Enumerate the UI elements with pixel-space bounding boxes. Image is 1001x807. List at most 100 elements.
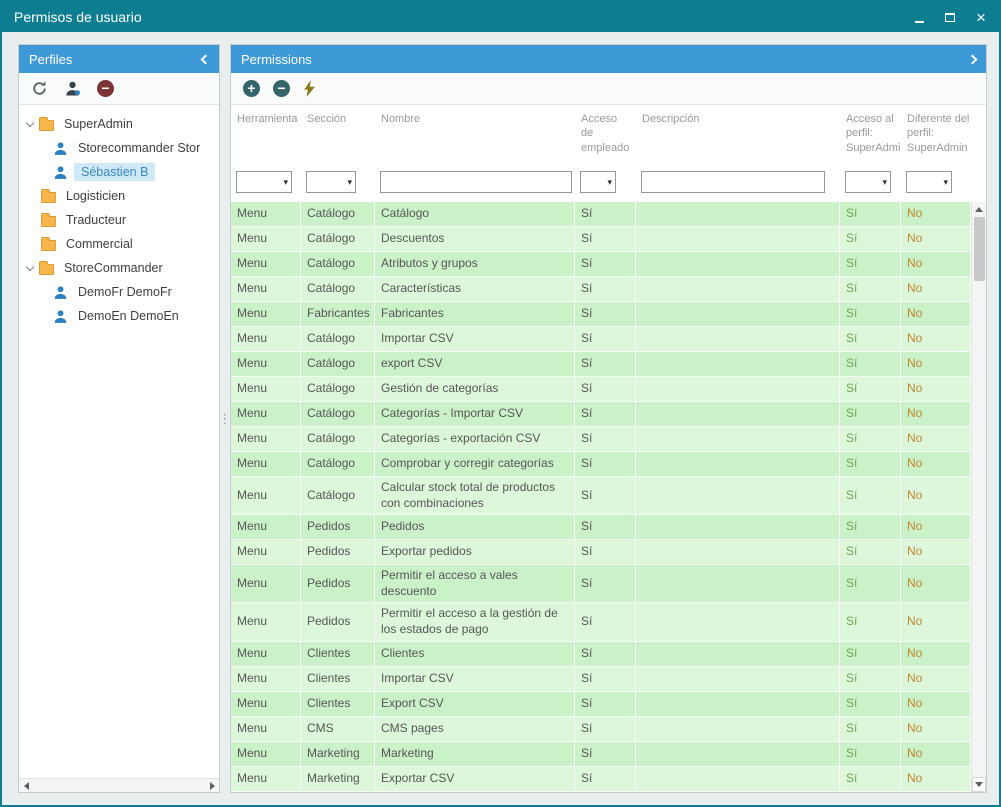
cell-different: No [901,302,971,326]
panel-splitter[interactable]: ⋮ [220,44,230,793]
table-row[interactable]: MenuCatálogoComprobar y corregir categor… [231,452,971,477]
tree-folder[interactable]: SuperAdmin [19,112,219,136]
folder-icon [39,264,54,275]
cell-name: Exportar pedidos [375,540,575,564]
remove-icon[interactable]: − [273,80,290,97]
cell-section: Marketing [301,767,375,791]
chevron-down-icon[interactable] [26,262,34,270]
scroll-left-icon[interactable] [19,779,33,793]
expand-panel-icon[interactable] [968,54,978,64]
table-row[interactable]: MenuCatálogoexport CSVSíSíNo [231,352,971,377]
add-icon[interactable]: + [243,80,260,97]
tree-user[interactable]: Storecommander Stor [19,136,219,160]
cell-description [636,402,840,426]
copy-profile-icon[interactable] [64,80,81,97]
table-row[interactable]: MenuPedidosExportar pedidosSíSíNo [231,540,971,565]
tree-folder[interactable]: Traducteur [19,208,219,232]
cell-section: CMS [301,717,375,741]
table-row[interactable]: MenuCatálogoCategorías - exportación CSV… [231,427,971,452]
remove-profile-icon[interactable]: − [97,80,114,97]
cell-profile_access: Sí [840,742,901,766]
cell-tool: Menu [231,302,301,326]
scroll-right-icon[interactable] [205,779,219,793]
chevron-down-icon: ▾ [882,177,887,188]
table-row[interactable]: MenuCatálogoCalcular stock total de prod… [231,477,971,515]
cell-tool: Menu [231,767,301,791]
filter-nombre-input[interactable] [380,171,572,193]
scrollbar-thumb[interactable] [974,217,985,281]
tree-folder[interactable]: Logisticien [19,184,219,208]
tree-user[interactable]: Sébastien B [19,160,219,184]
maximize-icon[interactable] [942,9,958,25]
cell-description [636,427,840,451]
filter-perfil-select[interactable]: ▾ [845,171,891,193]
table-row[interactable]: MenuCatálogoCaracterísticasSíSíNo [231,277,971,302]
scroll-down-icon[interactable] [972,777,986,792]
column-header-diferente-perfil[interactable]: Diferente del perfil: SuperAdmin [901,105,986,169]
tree-user[interactable]: DemoEn DemoEn [19,304,219,328]
lightning-icon[interactable] [303,80,316,97]
horizontal-scrollbar[interactable] [19,778,219,792]
tree-folder[interactable]: Commercial [19,232,219,256]
table-row[interactable]: MenuCatálogoGestión de categoríasSíSíNo [231,377,971,402]
tree-user-label: DemoEn DemoEn [74,307,183,325]
close-icon[interactable]: × [973,9,989,25]
table-row[interactable]: MenuPedidosPermitir el acceso a la gesti… [231,603,971,641]
table-row[interactable]: MenuCatálogoAtributos y gruposSíSíNo [231,252,971,277]
table-row[interactable]: MenuCatálogoImportar CSVSíSíNo [231,327,971,352]
cell-profile_access: Sí [840,603,901,640]
table-row[interactable]: MenuMarketingMarketingSíSíNo [231,742,971,767]
table-row[interactable]: MenuMarketingExportar CSVSíSíNo [231,767,971,792]
cell-name: Marketing [375,742,575,766]
filter-descripcion-input[interactable] [641,171,825,193]
table-row[interactable]: MenuCMSCMS pagesSíSíNo [231,717,971,742]
column-header-herramienta[interactable]: Herramienta [231,105,301,169]
table-row[interactable]: MenuPedidosPedidosSíSíNo [231,515,971,540]
chevron-down-icon[interactable] [26,118,34,126]
column-header-seccion[interactable]: Sección [301,105,375,169]
table-row[interactable]: MenuCatálogoDescuentosSíSíNo [231,227,971,252]
cell-profile_access: Sí [840,667,901,691]
tree-folder-label: StoreCommander [60,259,167,277]
cell-section: Catálogo [301,252,375,276]
column-header-acceso-empleado[interactable]: Acceso de empleado [575,105,636,169]
cell-profile_access: Sí [840,377,901,401]
profiles-toolbar: − [19,73,219,105]
column-header-nombre[interactable]: Nombre [375,105,575,169]
filter-seccion-select[interactable]: ▾ [306,171,356,193]
table-row[interactable]: MenuPedidosPermitir el acceso a vales de… [231,565,971,603]
collapse-panel-icon[interactable] [201,54,211,64]
cell-profile_access: Sí [840,302,901,326]
cell-profile_access: Sí [840,717,901,741]
column-header-descripcion[interactable]: Descripción [636,105,840,169]
table-row[interactable]: MenuFabricantesFabricantesSíSíNo [231,302,971,327]
cell-access: Sí [575,227,636,251]
horizontal-scroll-track[interactable] [33,779,205,792]
table-row[interactable]: MenuClientesClientesSíSíNo [231,642,971,667]
cell-tool: Menu [231,352,301,376]
column-header-acceso-perfil[interactable]: Acceso al perfil: SuperAdmin [840,105,901,169]
cell-section: Catálogo [301,452,375,476]
table-row[interactable]: MenuCatálogoCategorías - Importar CSVSíS… [231,402,971,427]
vertical-scrollbar[interactable] [971,202,986,792]
scroll-up-icon[interactable] [972,202,986,217]
table-row[interactable]: MenuCatálogoCatálogoSíSíNo [231,202,971,227]
table-row[interactable]: MenuClientesImportar CSVSíSíNo [231,667,971,692]
cell-name: Categorías - exportación CSV [375,427,575,451]
tree-folder[interactable]: StoreCommander [19,256,219,280]
cell-section: Fabricantes [301,302,375,326]
filter-acceso-select[interactable]: ▾ [580,171,616,193]
tree-user[interactable]: DemoFr DemoFr [19,280,219,304]
permissions-rows: MenuCatálogoCatálogoSíSíNoMenuCatálogoDe… [231,202,971,792]
minimize-icon[interactable] [911,9,927,25]
filter-diferente-select[interactable]: ▾ [906,171,952,193]
permissions-panel-title: Permissions [241,52,312,67]
filter-herramienta-select[interactable]: ▾ [236,171,292,193]
cell-different: No [901,565,971,602]
chevron-down-icon: ▾ [283,177,288,188]
refresh-icon[interactable] [31,80,48,97]
cell-name: Permitir el acceso a vales descuento [375,565,575,602]
table-row[interactable]: MenuClientesExport CSVSíSíNo [231,692,971,717]
tree-folder-label: Logisticien [62,187,129,205]
cell-profile_access: Sí [840,252,901,276]
